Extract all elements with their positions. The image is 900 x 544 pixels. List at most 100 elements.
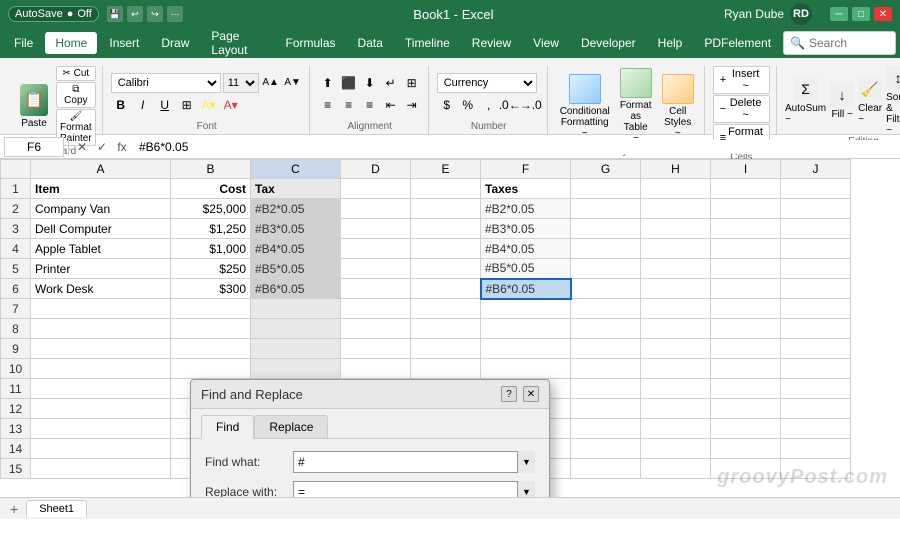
paste-button[interactable]: 📋 Paste — [14, 82, 54, 131]
accounting-button[interactable]: $ — [437, 95, 457, 115]
quick-access-toolbar: 💾 ↩ ↪ ⋯ — [107, 6, 183, 22]
format-table-label: Format as Table ~ — [620, 100, 652, 144]
save-icon[interactable]: 💾 — [107, 6, 123, 22]
find-replace-dialog: Find and Replace ? ✕ Find Replace Find w… — [190, 379, 550, 497]
alignment-label: Alignment — [347, 121, 391, 134]
number-format-select[interactable]: Currency General Number Percentage — [437, 73, 537, 93]
insert-function-button[interactable]: fx — [113, 138, 131, 156]
insert-icon: + — [720, 74, 726, 86]
menu-help[interactable]: Help — [648, 32, 693, 54]
undo-icon[interactable]: ↩ — [127, 6, 143, 22]
search-input[interactable] — [809, 36, 889, 50]
align-bottom-button[interactable]: ⬇ — [360, 73, 380, 93]
align-left-button[interactable]: ≡ — [318, 95, 338, 115]
find-what-field: Find what: ▼ — [205, 451, 535, 473]
menu-view[interactable]: View — [523, 32, 569, 54]
dialog-help-button[interactable]: ? — [501, 386, 517, 402]
menu-draw[interactable]: Draw — [151, 32, 199, 54]
fill-icon: ↓ — [830, 83, 854, 107]
autosave-toggle[interactable]: AutoSave ● Off — [8, 6, 99, 22]
font-row-1: Calibri 11 A▲ A▼ — [111, 73, 303, 93]
user-avatar[interactable]: RD — [790, 3, 812, 25]
editing-buttons: Σ AutoSum ~ ↓ Fill ~ 🧹 Clear ~ ↕ Sort & … — [785, 66, 900, 136]
confirm-formula-button[interactable]: ✓ — [93, 138, 111, 156]
insert-label: Insert ~ — [728, 68, 763, 92]
cell-styles-button[interactable]: Cell Styles ~ — [658, 72, 698, 141]
delete-cells-button[interactable]: − Delete ~ — [713, 95, 770, 123]
delete-icon: − — [720, 103, 726, 115]
find-dropdown-arrow[interactable]: ▼ — [517, 451, 535, 473]
insert-cells-button[interactable]: + Insert ~ — [713, 66, 770, 94]
border-button[interactable]: ⊞ — [177, 95, 197, 115]
align-middle-button[interactable]: ⬛ — [339, 73, 359, 93]
ribbon-groups: 📋 Paste ✂ Cut ⧉ Copy 🖌 Format Painter Cl… — [8, 62, 892, 134]
delete-label: Delete ~ — [728, 97, 763, 121]
dialog-close-button[interactable]: ✕ — [523, 386, 539, 402]
menu-page-layout[interactable]: Page Layout — [201, 25, 273, 61]
menu-home[interactable]: Home — [45, 32, 97, 54]
clear-button[interactable]: 🧹 Clear ~ — [858, 77, 882, 125]
sheet-tab-1[interactable]: Sheet1 — [26, 500, 87, 517]
dialog-tab-find[interactable]: Find — [201, 415, 254, 439]
increase-font-button[interactable]: A▲ — [261, 73, 281, 93]
decrease-decimal-button[interactable]: .0← — [500, 95, 520, 115]
font-name-select[interactable]: Calibri — [111, 73, 221, 93]
dialog-tab-replace[interactable]: Replace — [254, 415, 328, 438]
spreadsheet-container: A B C D E F G H I J 1ItemCostTaxTaxes2Co… — [0, 159, 900, 497]
find-what-input[interactable] — [293, 451, 535, 473]
minimize-button[interactable]: ─ — [830, 7, 848, 21]
ribbon-search[interactable]: 🔍 — [783, 31, 896, 55]
replace-dropdown-arrow[interactable]: ▼ — [517, 481, 535, 497]
underline-button[interactable]: U — [155, 95, 175, 115]
conditional-formatting-button[interactable]: Conditional Formatting ~ — [556, 72, 614, 141]
increase-decimal-button[interactable]: →.0 — [521, 95, 541, 115]
merge-center-button[interactable]: ⊞ — [402, 73, 422, 93]
menu-developer[interactable]: Developer — [571, 32, 646, 54]
menu-timeline[interactable]: Timeline — [395, 32, 460, 54]
alignment-group: ⬆ ⬛ ⬇ ↵ ⊞ ≡ ≡ ≡ ⇤ ⇥ Alignment — [312, 66, 429, 134]
align-right-button[interactable]: ≡ — [360, 95, 380, 115]
decrease-indent-button[interactable]: ⇤ — [381, 95, 401, 115]
increase-indent-button[interactable]: ⇥ — [402, 95, 422, 115]
menu-bar: File Home Insert Draw Page Layout Formul… — [0, 28, 900, 58]
cell-reference-box[interactable] — [4, 137, 64, 157]
decrease-font-button[interactable]: A▼ — [283, 73, 303, 93]
percent-button[interactable]: % — [458, 95, 478, 115]
bold-button[interactable]: B — [111, 95, 131, 115]
align-top-button[interactable]: ⬆ — [318, 73, 338, 93]
font-row-2: B I U ⊞ A▾ A▾ — [111, 95, 303, 115]
menu-file[interactable]: File — [4, 32, 43, 54]
format-as-table-button[interactable]: Format as Table ~ — [616, 66, 656, 146]
wrap-text-button[interactable]: ↵ — [381, 73, 401, 93]
sort-filter-button[interactable]: ↕ Sort & Filter ~ — [886, 66, 900, 136]
menu-data[interactable]: Data — [348, 32, 393, 54]
replace-with-input[interactable] — [293, 481, 535, 497]
cancel-formula-button[interactable]: ✕ — [73, 138, 91, 156]
menu-pdfelement[interactable]: PDFelement — [694, 32, 781, 54]
cells-group: + Insert ~ − Delete ~ ≡ Format ~ Cells — [707, 66, 777, 134]
close-button[interactable]: ✕ — [874, 7, 892, 21]
paste-sub-buttons: ✂ Cut ⧉ Copy 🖌 Format Painter — [56, 66, 96, 146]
menu-insert[interactable]: Insert — [99, 32, 149, 54]
align-center-button[interactable]: ≡ — [339, 95, 359, 115]
copy-button[interactable]: ⧉ Copy — [56, 82, 96, 108]
menu-formulas[interactable]: Formulas — [276, 32, 346, 54]
italic-button[interactable]: I — [133, 95, 153, 115]
dialog-title-bar: Find and Replace ? ✕ — [191, 380, 549, 409]
number-content: Currency General Number Percentage $ % ,… — [437, 66, 541, 121]
autosum-button[interactable]: Σ AutoSum ~ — [785, 77, 826, 125]
fill-color-button[interactable]: A▾ — [199, 95, 219, 115]
font-color-button[interactable]: A▾ — [221, 95, 241, 115]
font-size-select[interactable]: 11 — [223, 73, 259, 93]
more-tools-icon[interactable]: ⋯ — [167, 6, 183, 22]
autosum-label: AutoSum ~ — [785, 103, 826, 125]
add-sheet-button[interactable]: + — [4, 501, 24, 517]
menu-review[interactable]: Review — [462, 32, 521, 54]
maximize-button[interactable]: □ — [852, 7, 870, 21]
cut-button[interactable]: ✂ Cut — [56, 66, 96, 81]
align-row-2: ≡ ≡ ≡ ⇤ ⇥ — [318, 95, 422, 115]
formula-input[interactable] — [135, 140, 896, 154]
redo-icon[interactable]: ↪ — [147, 6, 163, 22]
fill-button[interactable]: ↓ Fill ~ — [830, 83, 854, 120]
comma-button[interactable]: , — [479, 95, 499, 115]
